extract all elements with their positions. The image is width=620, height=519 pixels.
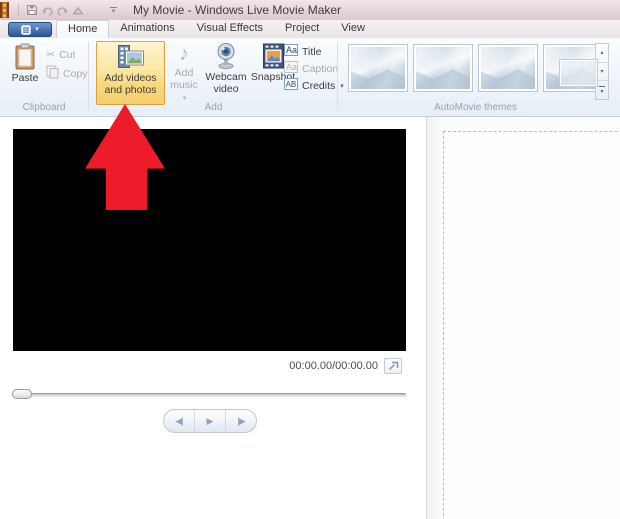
theme-thumbnail[interactable] bbox=[348, 44, 408, 92]
tab-view[interactable]: View bbox=[330, 20, 376, 38]
playback-controls: ◀| ▶ |▶ bbox=[163, 409, 257, 433]
theme-pip-overlay bbox=[559, 58, 598, 88]
theme-thumbnail[interactable] bbox=[478, 44, 538, 92]
title-icon: Aa bbox=[284, 44, 298, 59]
redo-icon bbox=[57, 6, 68, 16]
gallery-scroll-down-button[interactable]: ▾ bbox=[596, 63, 608, 82]
tab-strip: Home Animations Visual Effects Project V… bbox=[56, 20, 376, 38]
redo-button[interactable] bbox=[55, 3, 70, 17]
webcam-video-button[interactable]: Webcam video bbox=[202, 41, 250, 105]
undo-icon bbox=[42, 6, 53, 16]
add-music-button[interactable]: ♪ Add music ▾ bbox=[167, 41, 201, 105]
caption-icon: Aa bbox=[284, 61, 298, 76]
group-automovie-themes: ▴ ▾ ▾ AutoMovie themes bbox=[339, 38, 612, 114]
gallery-expand-caret-icon: ▾ bbox=[600, 88, 604, 95]
cut-label: Cut bbox=[59, 48, 76, 61]
webcam-video-icon bbox=[214, 41, 238, 71]
svg-text:Aa: Aa bbox=[286, 45, 297, 55]
seek-slider-thumb[interactable] bbox=[12, 389, 32, 399]
movie-maker-window: ▾ My Movie - Windows Live Movie Maker ▾ … bbox=[0, 0, 620, 519]
gallery-expand-button[interactable]: ▾ bbox=[596, 81, 608, 99]
theme-thumbnail[interactable] bbox=[413, 44, 473, 92]
undo-button[interactable] bbox=[40, 3, 55, 17]
title-bar: ▾ My Movie - Windows Live Movie Maker bbox=[0, 0, 620, 20]
qat-customize-button[interactable]: ▾ bbox=[106, 3, 121, 17]
menu-icon bbox=[21, 24, 32, 35]
gallery-up-icon: ▴ bbox=[600, 50, 604, 57]
previous-frame-button[interactable]: ◀| bbox=[164, 410, 194, 432]
group-add: Add videos and photos ♪ Add music ▾ Webc… bbox=[90, 38, 344, 114]
add-music-label: Add music ▾ bbox=[170, 67, 198, 102]
next-frame-icon: |▶ bbox=[237, 415, 245, 426]
window-title: My Movie - Windows Live Movie Maker bbox=[133, 3, 342, 17]
clipboard-group-label: Clipboard bbox=[22, 102, 66, 113]
add-videos-photos-label: Add videos and photos bbox=[104, 72, 157, 96]
add-music-caret-icon: ▾ bbox=[182, 95, 187, 102]
title-label: Title bbox=[302, 45, 322, 58]
ribbon: Paste ✂ Cut Copy Clipboard Add videos an… bbox=[0, 38, 620, 117]
add-music-icon: ♪ bbox=[179, 43, 189, 65]
theme-thumbnail-image bbox=[351, 47, 405, 89]
storyboard-panel bbox=[427, 117, 620, 519]
svg-text:AB: AB bbox=[286, 80, 297, 89]
qat-more-button[interactable] bbox=[70, 3, 85, 17]
tab-visual-effects[interactable]: Visual Effects bbox=[186, 20, 274, 38]
snapshot-icon bbox=[262, 41, 285, 71]
tab-project[interactable]: Project bbox=[274, 20, 330, 38]
menu-caret-icon: ▾ bbox=[35, 26, 39, 33]
themes-gallery-scrollbar: ▴ ▾ ▾ bbox=[595, 43, 609, 100]
content-area: 00:00.00/00:00.00 ◀| ▶ |▶ bbox=[0, 117, 620, 519]
copy-label: Copy bbox=[63, 67, 88, 80]
caption-label: Caption bbox=[302, 62, 339, 75]
paste-label: Paste bbox=[11, 72, 39, 84]
theme-thumbnail[interactable] bbox=[543, 44, 603, 92]
caption-button[interactable]: Aa Caption bbox=[284, 61, 338, 76]
video-preview bbox=[13, 129, 406, 351]
file-menu-button[interactable]: ▾ bbox=[8, 22, 52, 37]
group-clipboard: Paste ✂ Cut Copy Clipboard bbox=[0, 38, 88, 114]
paste-icon bbox=[13, 42, 37, 72]
group-separator bbox=[88, 42, 89, 110]
next-frame-button[interactable]: |▶ bbox=[226, 410, 256, 432]
ribbon-tab-row: ▾ Home Animations Visual Effects Project… bbox=[0, 20, 620, 38]
credits-label: Credits bbox=[302, 79, 336, 92]
titlebar-separator bbox=[18, 4, 19, 16]
previous-frame-icon: ◀| bbox=[175, 415, 183, 426]
cut-icon: ✂ bbox=[46, 49, 56, 61]
qat-customize-icon: ▾ bbox=[110, 6, 117, 15]
gallery-expand-icon bbox=[599, 85, 605, 87]
copy-icon bbox=[46, 65, 59, 82]
seek-slider[interactable] bbox=[12, 393, 406, 397]
copy-button[interactable]: Copy bbox=[46, 65, 88, 82]
themes-group-label: AutoMovie themes bbox=[434, 102, 517, 113]
paste-button[interactable]: Paste bbox=[6, 42, 44, 102]
cut-button[interactable]: ✂ Cut bbox=[46, 47, 76, 62]
qat-more-icon bbox=[72, 6, 83, 14]
tab-home[interactable]: Home bbox=[56, 20, 110, 38]
theme-thumbnail-image bbox=[546, 47, 600, 89]
credits-icon: AB bbox=[284, 78, 298, 93]
theme-thumbnail-image bbox=[416, 47, 470, 89]
play-icon: ▶ bbox=[206, 415, 214, 426]
save-button[interactable] bbox=[24, 3, 39, 17]
title-button[interactable]: Aa Title bbox=[284, 44, 321, 59]
add-videos-photos-button[interactable]: Add videos and photos bbox=[96, 41, 165, 105]
theme-thumbnail-image bbox=[481, 47, 535, 89]
play-button[interactable]: ▶ bbox=[194, 410, 226, 432]
credits-button[interactable]: AB Credits ▾ bbox=[284, 78, 344, 93]
svg-text:Aa: Aa bbox=[286, 62, 297, 72]
fullscreen-icon bbox=[388, 361, 398, 370]
gallery-scroll-up-button[interactable]: ▴ bbox=[596, 44, 608, 63]
group-separator bbox=[337, 42, 338, 110]
fullscreen-preview-button[interactable] bbox=[384, 358, 402, 374]
gallery-down-icon: ▾ bbox=[600, 69, 604, 75]
timecode: 00:00.00/00:00.00 bbox=[289, 360, 378, 372]
tab-animations[interactable]: Animations bbox=[109, 20, 185, 38]
storyboard-dropzone[interactable] bbox=[443, 131, 620, 519]
save-icon bbox=[26, 5, 37, 15]
webcam-video-label: Webcam video bbox=[205, 71, 247, 95]
add-videos-photos-icon bbox=[117, 42, 145, 72]
app-icon[interactable] bbox=[0, 2, 9, 18]
